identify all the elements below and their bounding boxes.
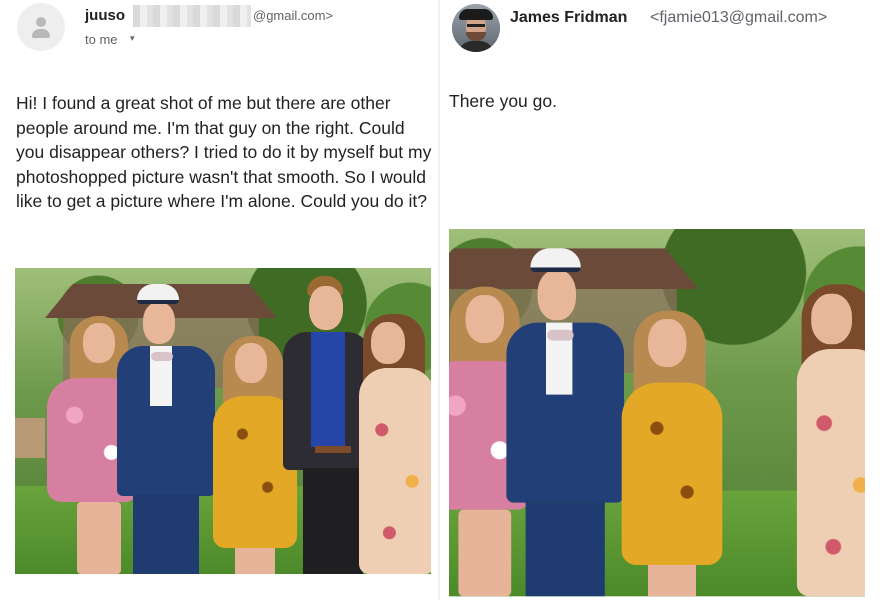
girl-yellow-face — [648, 319, 687, 367]
boy-navy-face — [143, 302, 175, 344]
photo-scene — [15, 268, 431, 574]
left-sender-name[interactable]: juuso — [85, 7, 125, 24]
chevron-down-icon[interactable]: ▾ — [130, 33, 135, 44]
redacted-email-blur — [133, 5, 251, 27]
girl-yellow-face — [235, 343, 267, 383]
boy-navy-face — [537, 269, 576, 321]
sender-avatar-photo — [452, 4, 500, 52]
photo-scene-edited — [449, 229, 865, 597]
bow-tie — [151, 352, 173, 361]
girl-floral-face — [811, 293, 852, 345]
right-sender-email: <fjamie013@gmail.com> — [650, 9, 828, 26]
edited-photo[interactable] — [449, 229, 865, 598]
log-pile — [15, 418, 45, 458]
girl-pink-face — [465, 295, 504, 343]
girl-floral-face — [371, 322, 405, 364]
avatar-glasses — [467, 24, 485, 27]
girl-floral-dress — [796, 349, 865, 597]
sender-avatar-default — [17, 3, 65, 51]
girl-yellow-legs — [235, 548, 275, 574]
girl-pink-face — [83, 323, 115, 363]
girl-floral-dress — [359, 368, 431, 574]
recipient-line: to me — [85, 32, 118, 47]
person-icon-body — [32, 29, 50, 38]
avatar-hat — [459, 9, 493, 20]
person-icon-head — [36, 17, 46, 27]
boy-blue-shirt-legs — [303, 468, 363, 574]
student-cap — [137, 284, 179, 304]
belt — [315, 446, 351, 453]
left-sender-email: @gmail.com> — [253, 8, 334, 23]
boy-navy-legs — [525, 500, 605, 597]
girl-pink-legs — [458, 509, 512, 597]
student-cap — [530, 248, 581, 273]
boy-navy-legs — [133, 494, 199, 574]
girl-pink-legs — [77, 502, 121, 574]
right-sender-name[interactable]: James Fridman — [510, 9, 627, 27]
left-message-body: Hi! I found a great shot of me but there… — [16, 93, 432, 212]
boy-blue-shirt-face — [309, 286, 343, 330]
girl-yellow-dress — [621, 382, 723, 565]
girl-yellow-legs — [648, 565, 696, 597]
column-divider — [438, 0, 440, 600]
bow-tie — [547, 329, 574, 341]
original-photo[interactable] — [15, 268, 431, 574]
boy-blue-shirt — [311, 332, 345, 447]
right-message-body: There you go. — [449, 91, 557, 111]
